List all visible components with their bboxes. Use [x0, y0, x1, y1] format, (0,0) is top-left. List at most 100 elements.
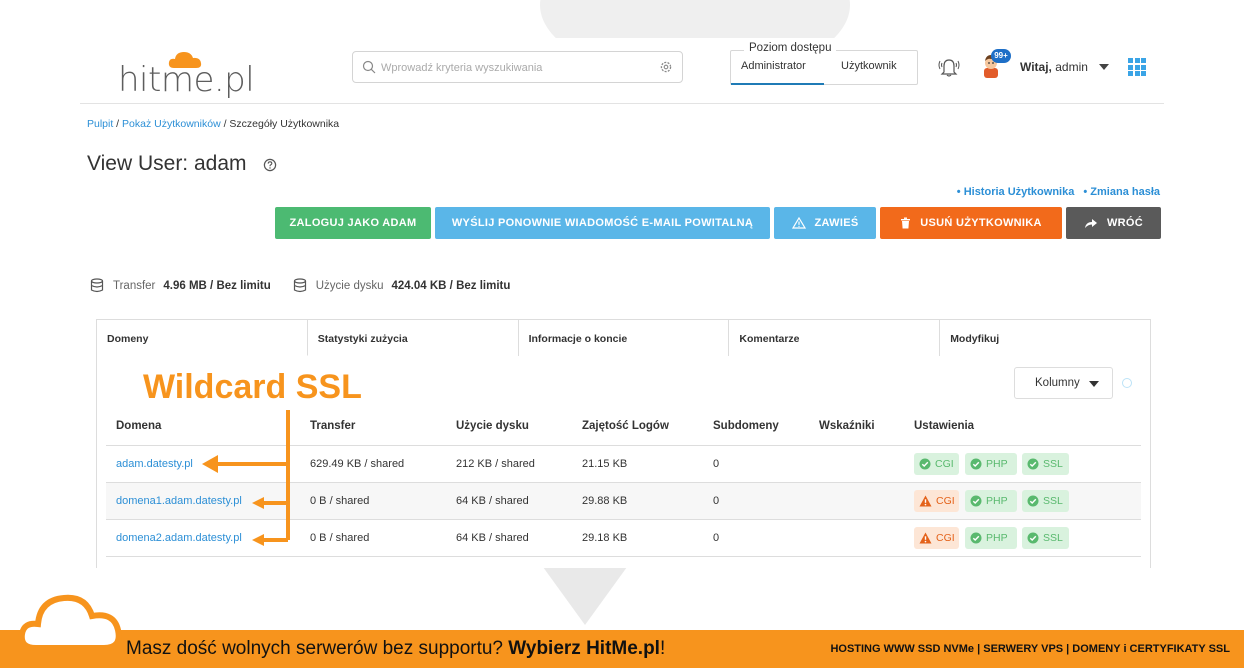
greeting-username: admin [1051, 60, 1088, 74]
subdomains-cell: 0 [713, 458, 720, 470]
annotation-title: Wildcard SSL [143, 368, 362, 406]
access-tab-user[interactable]: Użytkownik [841, 60, 897, 72]
column-header-settings: Ustawienia [914, 420, 975, 432]
php-label: PHP [986, 532, 1008, 544]
column-header-domain[interactable]: Domena [116, 420, 161, 432]
database-icon [90, 278, 104, 293]
active-tab-underline [731, 83, 824, 85]
cgi-setting-badge[interactable]: CGI [914, 490, 959, 512]
transfer-value: 4.96 MB / Bez limitu [163, 279, 271, 292]
search-box[interactable] [352, 51, 683, 83]
breadcrumb-users[interactable]: Pokaż Użytkowników [122, 118, 221, 130]
check-circle-icon [970, 495, 982, 507]
disk-cell: 64 KB / shared [456, 495, 529, 507]
breadcrumb-current: Szczegóły Użytkownika [229, 118, 340, 130]
disk-usage-value: 424.04 KB / Bez limitu [391, 279, 511, 292]
ssl-label: SSL [1043, 458, 1063, 470]
php-label: PHP [986, 458, 1008, 470]
php-label: PHP [986, 495, 1008, 507]
tab-comments[interactable]: Komentarze [729, 320, 941, 356]
domain-link[interactable]: adam.datesty.pl [116, 458, 193, 470]
table-row: adam.datesty.pl 629.49 KB / shared 212 K… [106, 446, 1141, 483]
breadcrumb-dashboard[interactable]: Pulpit [87, 118, 113, 130]
back-label: WRÓĆ [1106, 217, 1144, 229]
column-header-subdomains[interactable]: Subdomeny [713, 420, 779, 432]
login-as-user-button[interactable]: ZALOGUJ JAKO ADAM [275, 207, 431, 239]
column-header-logs[interactable]: Zajętość Logów [582, 420, 669, 432]
user-greeting[interactable]: Witaj, admin [1020, 60, 1088, 74]
usage-summary: Transfer 4.96 MB / Bez limitu Użycie dys… [90, 278, 532, 293]
search-input[interactable] [381, 58, 651, 78]
greeting-prefix: Witaj, [1020, 60, 1052, 74]
share-arrow-icon [1084, 218, 1098, 229]
change-password-link[interactable]: • Zmiana hasła [1083, 186, 1160, 198]
ssl-label: SSL [1043, 495, 1063, 507]
chevron-down-icon [1089, 381, 1099, 387]
table-header: Domena Transfer Użycie dysku Zajętość Lo… [106, 408, 1141, 446]
columns-dropdown[interactable]: Kolumny [1014, 367, 1113, 399]
access-level-switch: Poziom dostępu Administrator Użytkownik [730, 42, 918, 85]
search-icon [362, 60, 376, 74]
php-setting-badge[interactable]: PHP [965, 527, 1017, 549]
warning-icon [791, 217, 806, 229]
delete-user-button[interactable]: USUŃ UŻYTKOWNIKA [880, 207, 1062, 239]
check-circle-icon [970, 532, 982, 544]
warning-icon [919, 495, 932, 507]
grid-icon[interactable] [1128, 58, 1146, 76]
breadcrumb: Pulpit / Pokaż Użytkowników / Szczegóły … [87, 118, 339, 130]
back-button[interactable]: WRÓĆ [1066, 207, 1161, 239]
php-setting-badge[interactable]: PHP [965, 490, 1017, 512]
ssl-setting-badge[interactable]: SSL [1022, 453, 1069, 475]
page: hitme.pl Poziom dostępu Administrator Uż… [0, 0, 1244, 668]
user-history-link[interactable]: • Historia Użytkownika [957, 186, 1075, 198]
background-triangle [543, 567, 627, 625]
bell-icon[interactable] [936, 56, 962, 78]
breadcrumb-separator: / [113, 118, 123, 130]
column-header-indicators[interactable]: Wskaźniki [819, 420, 875, 432]
logs-cell: 21.15 KB [582, 458, 628, 470]
banner-text-end: ! [659, 638, 666, 659]
gear-icon[interactable] [659, 60, 673, 74]
cgi-setting-badge[interactable]: CGI [914, 453, 959, 475]
check-circle-icon [1027, 532, 1039, 544]
warning-icon [919, 532, 932, 544]
ssl-setting-badge[interactable]: SSL [1022, 490, 1069, 512]
tab-usage-stats[interactable]: Statystyki zużycia [308, 320, 519, 356]
logs-cell: 29.18 KB [582, 532, 628, 544]
tab-modify[interactable]: Modyfikuj [940, 320, 1150, 356]
tab-domains[interactable]: Domeny [97, 320, 308, 356]
ssl-setting-badge[interactable]: SSL [1022, 527, 1069, 549]
suspend-label: ZAWIEŚ [814, 217, 859, 229]
cloud-logo-icon [168, 52, 202, 68]
login-as-user-label: ZALOGUJ JAKO ADAM [289, 217, 417, 229]
transfer-cell: 0 B / shared [310, 495, 370, 507]
help-icon[interactable] [263, 158, 277, 172]
column-header-disk[interactable]: Użycie dysku [456, 420, 529, 432]
logo[interactable]: hitme.pl [118, 48, 255, 100]
cgi-label: CGI [936, 532, 955, 544]
cgi-label: CGI [936, 495, 955, 507]
delete-user-label: USUŃ UŻYTKOWNIKA [920, 217, 1042, 229]
php-setting-badge[interactable]: PHP [965, 453, 1017, 475]
banner-services: HOSTING WWW SSD NVMe | SERWERY VPS | DOM… [830, 643, 1230, 655]
domain-link[interactable]: domena2.adam.datesty.pl [116, 532, 242, 544]
check-circle-icon [970, 458, 982, 470]
resend-welcome-email-button[interactable]: WYŚLIJ PONOWNIE WIADOMOŚĆ E-MAIL POWITAL… [435, 207, 770, 239]
banner-text-brand[interactable]: Wybierz HitMe.pl [508, 638, 660, 659]
notification-badge: 99+ [991, 49, 1011, 63]
tab-account-info[interactable]: Informacje o koncie [519, 320, 730, 356]
column-header-transfer[interactable]: Transfer [310, 420, 355, 432]
database-icon [293, 278, 307, 293]
domain-link[interactable]: domena1.adam.datesty.pl [116, 495, 242, 507]
columns-dropdown-label: Kolumny [1035, 377, 1080, 389]
chevron-down-icon[interactable] [1099, 64, 1109, 70]
resend-welcome-email-label: WYŚLIJ PONOWNIE WIADOMOŚĆ E-MAIL POWITAL… [451, 217, 754, 229]
suspend-button[interactable]: ZAWIEŚ [774, 207, 876, 239]
access-tab-administrator[interactable]: Administrator [741, 60, 806, 72]
ssl-label: SSL [1043, 532, 1063, 544]
cgi-setting-badge[interactable]: CGI [914, 527, 959, 549]
transfer-cell: 0 B / shared [310, 532, 370, 544]
transfer-cell: 629.49 KB / shared [310, 458, 405, 470]
check-circle-icon [919, 458, 931, 470]
check-circle-icon [1027, 458, 1039, 470]
